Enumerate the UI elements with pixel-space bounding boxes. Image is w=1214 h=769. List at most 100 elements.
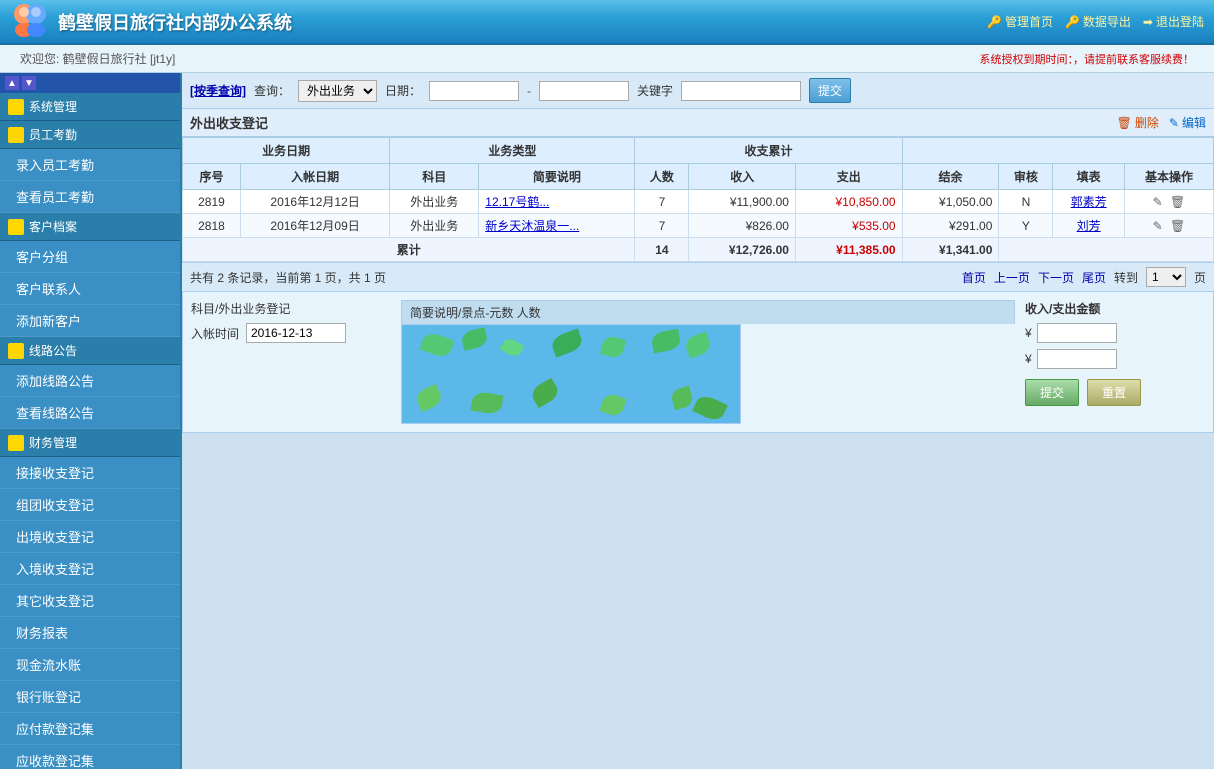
date-to-input[interactable] [539, 81, 629, 101]
col-group-date: 业务日期 [183, 138, 390, 164]
query-label: 查询： [254, 82, 290, 99]
total-label: 累计 [183, 238, 635, 262]
nav-logout[interactable]: ➡退出登陆 [1143, 13, 1204, 30]
sidebar-section-route: 线路公告 [0, 337, 180, 365]
sidebar-item-group-register[interactable]: 组团收支登记 [0, 489, 180, 521]
sidebar-item-add-customer[interactable]: 添加新客户 [0, 305, 180, 337]
edit-icon: ✎ [1169, 116, 1179, 130]
total-empty [999, 238, 1214, 262]
keyword-input[interactable] [681, 81, 801, 101]
sidebar-item-payable[interactable]: 应付款登记集 [0, 713, 180, 745]
welcome-bar: 欢迎您: 鹤壁假日旅行社 [jt1y] 系统授权到期时间：，请提前联系客服续费！ [0, 45, 1214, 73]
sidebar-up-btn[interactable]: ▲ [5, 76, 19, 90]
app-title: 鹤壁假日旅行社内部办公系统 [58, 9, 292, 35]
sidebar-item-view-attendance[interactable]: 查看员工考勤 [0, 181, 180, 213]
system-status: 系统授权到期时间：，请提前联系客服续费！ [980, 51, 1195, 67]
cell-income-1: ¥11,900.00 [689, 190, 796, 214]
income-input[interactable] [1037, 323, 1117, 343]
sidebar-down-btn[interactable]: ▼ [22, 76, 36, 90]
th-expense: 支出 [795, 164, 902, 190]
date-input-form[interactable] [246, 323, 346, 343]
sidebar-section-label-customer: 客户档案 [29, 218, 77, 235]
sidebar-item-finance-report[interactable]: 财务报表 [0, 617, 180, 649]
col-group-type: 业务类型 [390, 138, 635, 164]
date-from-input[interactable] [429, 81, 519, 101]
income-symbol: ¥ [1025, 326, 1032, 340]
toolbar: [按季查询] 查询： 外出业务 日期： - 关键字 提交 [182, 73, 1214, 109]
cell-audit-1: N [999, 190, 1053, 214]
sidebar-item-other-register[interactable]: 其它收支登记 [0, 585, 180, 617]
page-unit: 页 [1194, 269, 1206, 286]
logo-icon [10, 2, 50, 42]
last-page-btn[interactable]: 尾页 [1082, 269, 1106, 286]
header-nav: 🔑管理首页 🔑数据导出 ➡退出登陆 [987, 13, 1204, 30]
sidebar-item-customer-group[interactable]: 客户分组 [0, 241, 180, 273]
sidebar-item-cashflow[interactable]: 现金流水账 [0, 649, 180, 681]
expense-symbol: ¥ [1025, 352, 1032, 366]
cell-filler-2[interactable]: 刘芳 [1053, 214, 1125, 238]
form-left: 科目/外出业务登记 入帐时间 [191, 300, 391, 343]
sidebar-item-add-route[interactable]: 添加线路公告 [0, 365, 180, 397]
page-select[interactable]: 1 [1146, 267, 1186, 287]
table-row: 2818 2016年12月09日 外出业务 新乡天沐温泉一... 7 ¥826.… [183, 214, 1214, 238]
sidebar-section-customer: 客户档案 [0, 213, 180, 241]
cell-count-1: 7 [635, 190, 689, 214]
th-audit: 审核 [999, 164, 1053, 190]
goto-label: 转到 [1114, 269, 1138, 286]
th-id: 序号 [183, 164, 241, 190]
delete-link[interactable]: 🗑 删除 [1117, 114, 1159, 131]
th-date: 入帐日期 [240, 164, 389, 190]
cell-id-1: 2819 [183, 190, 241, 214]
sidebar-item-record-attendance[interactable]: 录入员工考勤 [0, 149, 180, 181]
nav-home[interactable]: 🔑管理首页 [987, 13, 1053, 30]
sidebar-item-bank-register[interactable]: 银行账登记 [0, 681, 180, 713]
main-container: ▲ ▼ 系统管理 员工考勤 录入员工考勤 查看员工考勤 客户档案 客户分组 客户… [0, 73, 1214, 769]
cell-desc-2[interactable]: 新乡天沐温泉一... [479, 214, 635, 238]
submit-btn[interactable]: 提交 [809, 78, 851, 103]
sidebar-section-label-route: 线路公告 [29, 342, 77, 359]
nav-export[interactable]: 🔑数据导出 [1065, 13, 1131, 30]
form-date-row: 入帐时间 [191, 323, 391, 343]
form-image-area [401, 324, 741, 424]
first-page-btn[interactable]: 首页 [962, 269, 986, 286]
season-query-link[interactable]: [按季查询] [190, 82, 246, 99]
query-type-select[interactable]: 外出业务 [298, 80, 377, 102]
prev-page-btn[interactable]: 上一页 [994, 269, 1030, 286]
cell-date-2: 2016年12月09日 [240, 214, 389, 238]
keyword-label: 关键字 [637, 82, 673, 99]
cell-cat-2: 外出业务 [390, 214, 479, 238]
form-submit-btn[interactable]: 提交 [1025, 379, 1079, 406]
sidebar-item-inbound-register[interactable]: 入境收支登记 [0, 553, 180, 585]
expense-input[interactable] [1037, 349, 1117, 369]
delete-label: 删除 [1135, 114, 1159, 131]
sidebar-item-customer-contact[interactable]: 客户联系人 [0, 273, 180, 305]
delete-op-2[interactable]: 🗑 [1170, 219, 1185, 233]
sidebar-item-incoming-register[interactable]: 接接收支登记 [0, 457, 180, 489]
header: 鹤壁假日旅行社内部办公系统 🔑管理首页 🔑数据导出 ➡退出登陆 [0, 0, 1214, 45]
sidebar-item-outbound-register[interactable]: 出境收支登记 [0, 521, 180, 553]
edit-label: 编辑 [1182, 114, 1206, 131]
key-icon2: 🔑 [1065, 15, 1080, 29]
edit-link[interactable]: ✎ 编辑 [1169, 114, 1206, 131]
cell-filler-1[interactable]: 郭素芳 [1053, 190, 1125, 214]
table-header-bar: 外出收支登记 🗑 删除 ✎ 编辑 [182, 109, 1214, 137]
category-label: 科目/外出业务登记 [191, 300, 290, 317]
form-reset-btn[interactable]: 重置 [1087, 379, 1141, 406]
next-page-btn[interactable]: 下一页 [1038, 269, 1074, 286]
cell-id-2: 2818 [183, 214, 241, 238]
edit-op-1[interactable]: ✎ [1153, 195, 1163, 209]
folder-icon-finance [8, 435, 24, 451]
cell-date-1: 2016年12月12日 [240, 190, 389, 214]
edit-op-2[interactable]: ✎ [1153, 219, 1163, 233]
cell-desc-1[interactable]: 12.17号鹤... [479, 190, 635, 214]
cell-expense-1: ¥10,850.00 [795, 190, 902, 214]
form-section: 科目/外出业务登记 入帐时间 简要说明/景点-元数 人数 [182, 291, 1214, 433]
sidebar-section-label-finance: 财务管理 [29, 434, 77, 451]
sidebar-item-view-route[interactable]: 查看线路公告 [0, 397, 180, 429]
col-group-total: 收支累计 [635, 138, 902, 164]
delete-op-1[interactable]: 🗑 [1170, 195, 1185, 209]
sidebar-item-receivable[interactable]: 应收款登记集 [0, 745, 180, 769]
form-category-row: 科目/外出业务登记 [191, 300, 391, 317]
th-count: 人数 [635, 164, 689, 190]
th-ops: 基本操作 [1124, 164, 1213, 190]
